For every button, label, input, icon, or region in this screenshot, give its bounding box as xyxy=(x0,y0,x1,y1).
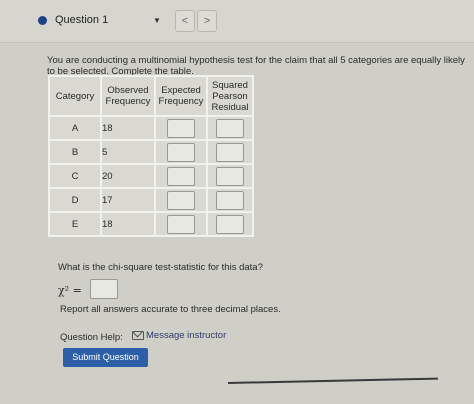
category-cell: B xyxy=(48,139,102,165)
envelope-icon[interactable] xyxy=(132,331,144,340)
question-prompt: You are conducting a multinomial hypothe… xyxy=(47,55,465,77)
observed-cell: 5 xyxy=(100,139,156,165)
expected-input[interactable] xyxy=(167,190,195,210)
header-category: Category xyxy=(48,75,102,117)
chi-square-question: What is the chi-square test-statistic fo… xyxy=(58,262,263,273)
question-selector-label[interactable]: Question 1 xyxy=(55,14,108,26)
chevron-down-icon[interactable]: ▼ xyxy=(153,16,161,25)
chi-square-symbol: χ² = xyxy=(58,284,82,297)
question-status-dot-icon xyxy=(38,16,47,25)
observed-cell: 20 xyxy=(100,163,156,189)
previous-question-button[interactable]: < xyxy=(175,10,195,32)
category-cell: E xyxy=(48,211,102,237)
observed-cell: 18 xyxy=(100,115,156,141)
report-instructions: Report all answers accurate to three dec… xyxy=(60,304,281,315)
chi-square-input[interactable] xyxy=(90,279,118,299)
message-instructor-link[interactable]: Message instructor xyxy=(146,330,226,341)
table-row: D 17 xyxy=(48,187,254,213)
expected-input[interactable] xyxy=(167,118,195,138)
submit-question-button[interactable]: Submit Question xyxy=(63,348,148,367)
residual-input[interactable] xyxy=(216,214,244,234)
table-row: C 20 xyxy=(48,163,254,189)
expected-input[interactable] xyxy=(167,142,195,162)
header-divider xyxy=(0,42,474,43)
residual-input[interactable] xyxy=(216,142,244,162)
table-row: A 18 xyxy=(48,115,254,141)
table-header-row: Category Observed Frequency Expected Fre… xyxy=(48,75,254,117)
multinomial-table: Category Observed Frequency Expected Fre… xyxy=(48,75,254,237)
observed-cell: 17 xyxy=(100,187,156,213)
residual-input[interactable] xyxy=(216,118,244,138)
category-cell: A xyxy=(48,115,102,141)
table-row: E 18 xyxy=(48,211,254,237)
header-observed: Observed Frequency xyxy=(100,75,156,117)
next-question-button[interactable]: > xyxy=(197,10,217,32)
expected-input[interactable] xyxy=(167,214,195,234)
header-residual: Squared Pearson Residual xyxy=(206,75,254,117)
observed-cell: 18 xyxy=(100,211,156,237)
category-cell: D xyxy=(48,187,102,213)
expected-input[interactable] xyxy=(167,166,195,186)
scrollbar-line xyxy=(227,377,438,384)
category-cell: C xyxy=(48,163,102,189)
header-expected: Expected Frequency xyxy=(154,75,208,117)
question-header-bar: Question 1 ▼ < > xyxy=(0,0,474,42)
table-row: B 5 xyxy=(48,139,254,165)
question-help-label: Question Help: xyxy=(60,332,123,343)
residual-input[interactable] xyxy=(216,166,244,186)
residual-input[interactable] xyxy=(216,190,244,210)
